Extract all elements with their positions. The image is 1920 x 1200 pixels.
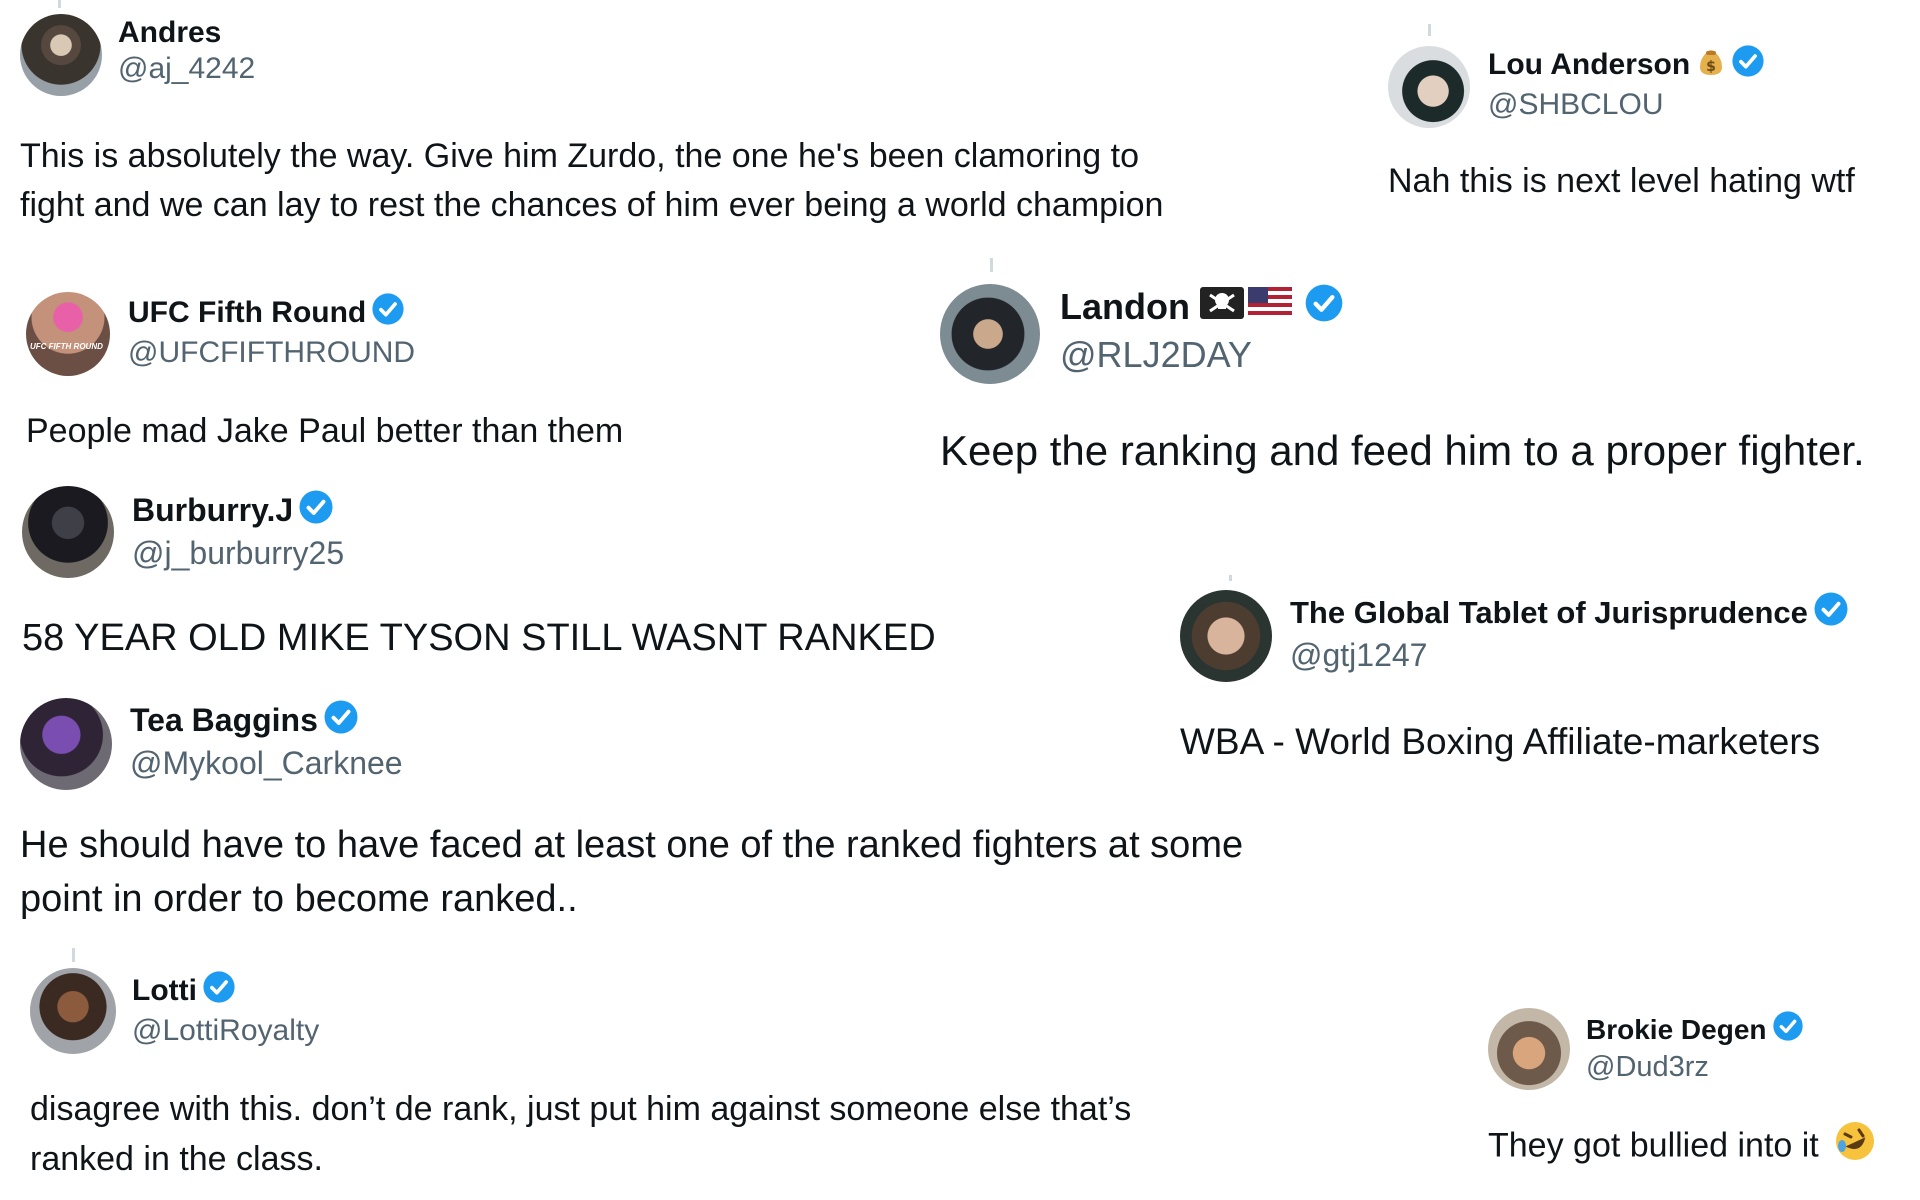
verified-badge-icon[interactable] bbox=[298, 489, 334, 533]
avatar[interactable] bbox=[20, 14, 102, 96]
avatar[interactable]: UFC FIFTH ROUND bbox=[26, 292, 110, 376]
display-name[interactable]: Andres bbox=[118, 16, 221, 50]
verified-badge-icon[interactable] bbox=[202, 970, 236, 1012]
display-name[interactable]: Brokie Degen bbox=[1586, 1014, 1767, 1046]
avatar[interactable] bbox=[30, 968, 116, 1054]
verified-badge-icon[interactable] bbox=[1304, 283, 1344, 332]
display-name[interactable]: UFC Fifth Round bbox=[128, 296, 366, 330]
tweet-text: Nah this is next level hating wtf bbox=[1388, 162, 1855, 200]
rolling-on-floor-laughing-icon bbox=[1834, 1120, 1876, 1175]
verified-badge-icon[interactable] bbox=[323, 699, 359, 743]
user-handle[interactable]: @j_burburry25 bbox=[132, 535, 344, 572]
avatar[interactable] bbox=[22, 486, 114, 578]
thread-line bbox=[990, 258, 993, 272]
money-bag-icon: $ bbox=[1696, 45, 1726, 85]
tweet-andres: Andres @aj_4242 This is absolutely the w… bbox=[20, 14, 1170, 230]
avatar[interactable] bbox=[940, 284, 1040, 384]
verified-badge-icon[interactable] bbox=[371, 292, 405, 334]
tweet-text: This is absolutely the way. Give him Zur… bbox=[20, 137, 1164, 224]
tweet-text: He should have to have faced at least on… bbox=[20, 824, 1244, 920]
tweet-text: Keep the ranking and feed him to a prope… bbox=[940, 427, 1865, 474]
display-name[interactable]: The Global Tablet of Jurisprudence bbox=[1290, 595, 1808, 631]
tweet-lou-anderson: Lou Anderson $ @SHBCLOU Nah this is next… bbox=[1388, 44, 1908, 205]
us-flag-icon bbox=[1247, 286, 1292, 328]
user-handle[interactable]: @Dud3rz bbox=[1586, 1051, 1804, 1084]
avatar[interactable] bbox=[20, 698, 112, 790]
tweet-text: They got bullied into it bbox=[1488, 1126, 1819, 1165]
tweet-text: 58 YEAR OLD MIKE TYSON STILL WASNT RANKE… bbox=[22, 617, 936, 659]
thread-line bbox=[58, 0, 61, 8]
tweet-tea-baggins: Tea Baggins @Mykool_Carknee He should ha… bbox=[20, 698, 1320, 926]
verified-badge-icon[interactable] bbox=[1772, 1010, 1804, 1049]
tweet-text: People mad Jake Paul better than them bbox=[26, 412, 624, 450]
verified-badge-icon[interactable] bbox=[1813, 591, 1849, 635]
user-handle[interactable]: @LottiRoyalty bbox=[132, 1014, 319, 1048]
tweet-lotti: Lotti @LottiRoyalty disagree with this. … bbox=[30, 968, 1190, 1184]
thread-line bbox=[72, 948, 75, 962]
user-handle[interactable]: @aj_4242 bbox=[118, 52, 255, 86]
tweet-text-row: They got bullied into it bbox=[1488, 1120, 1920, 1175]
svg-text:$: $ bbox=[1706, 59, 1716, 75]
display-name[interactable]: Lotti bbox=[132, 974, 197, 1008]
avatar[interactable] bbox=[1388, 46, 1470, 128]
avatar[interactable] bbox=[1488, 1008, 1570, 1090]
tweet-ufc-fifth-round: UFC FIFTH ROUND UFC Fifth Round @UFCFIFT… bbox=[26, 292, 926, 455]
pirate-flag-icon bbox=[1199, 286, 1244, 328]
tweet-text: disagree with this. don’t de rank, just … bbox=[30, 1090, 1132, 1178]
user-handle[interactable]: @Mykool_Carknee bbox=[130, 745, 403, 782]
user-handle[interactable]: @SHBCLOU bbox=[1488, 88, 1765, 122]
user-handle[interactable]: @gtj1247 bbox=[1290, 637, 1849, 674]
thread-line bbox=[1229, 575, 1232, 581]
avatar-logo-text: UFC FIFTH ROUND bbox=[30, 342, 103, 351]
user-handle[interactable]: @RLJ2DAY bbox=[1060, 334, 1344, 376]
display-name[interactable]: Burburry.J bbox=[132, 492, 293, 529]
thread-line bbox=[1428, 24, 1431, 36]
display-name[interactable]: Landon bbox=[1060, 286, 1190, 328]
display-name[interactable]: Lou Anderson bbox=[1488, 48, 1690, 82]
tweet-landon: Landon @RLJ2DAY Keep the ranking and fee… bbox=[940, 284, 1920, 480]
user-handle[interactable]: @UFCFIFTHROUND bbox=[128, 336, 415, 370]
avatar[interactable] bbox=[1180, 590, 1272, 682]
tweet-brokie-degen: Brokie Degen @Dud3rz They got bullied in… bbox=[1488, 1008, 1920, 1175]
verified-badge-icon[interactable] bbox=[1731, 44, 1765, 86]
tweet-burburry: Burburry.J @j_burburry25 58 YEAR OLD MIK… bbox=[22, 486, 1022, 664]
display-name[interactable]: Tea Baggins bbox=[130, 702, 318, 739]
